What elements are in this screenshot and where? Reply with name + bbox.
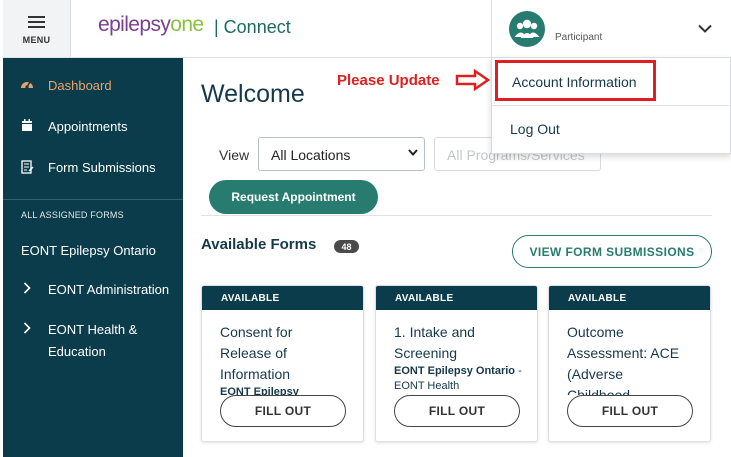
available-forms-count-badge: 48 [334,240,359,253]
hamburger-icon [28,13,45,31]
log-out-menu-item[interactable]: Log Out [510,121,560,137]
dashboard-icon [20,78,34,93]
epilepsyone-logo[interactable]: epilepsyone [98,13,204,37]
card-title-line[interactable]: Information [220,364,350,385]
sidebar-group-label-line2: Education [48,344,106,359]
app-name: | Connect [214,17,291,37]
card-title-line[interactable]: Childhood [567,385,697,395]
available-forms-title: Available Forms [201,236,317,253]
app-root: MENU epilepsyone | Connect Dashboard App… [0,0,731,457]
card-subtitle-org: EONT Epilepsy [220,386,299,395]
card-title-line[interactable]: Consent for [220,322,350,343]
form-submissions-icon [20,160,34,177]
user-dropdown-menu: Account Information Log Out [491,57,731,154]
sidebar-item-label: Appointments [48,119,128,134]
card-body: Outcome Assessment: ACE (Adverse Childho… [567,322,697,395]
sidebar-item-label: Dashboard [48,78,112,93]
card-status-header: AVAILABLE [376,286,537,310]
card-title-line[interactable]: Assessment: ACE [567,343,697,364]
logo-part-one: one [170,13,204,36]
card-title-line[interactable]: Release of [220,343,350,364]
users-group-icon [514,19,540,38]
user-menu-toggle[interactable]: Participant [491,0,731,57]
account-information-menu-item[interactable]: Account Information [495,60,656,101]
calendar-icon [20,119,34,135]
card-subtitle: EONT Epilepsy Ontario - EONT Health [394,364,524,394]
dropdown-divider [492,105,731,106]
sidebar-item-label: Form Submissions [48,160,156,175]
card-body: Consent for Release of Information EONT … [220,322,350,395]
chevron-down-icon [408,148,418,159]
chevron-down-icon [698,20,712,38]
card-subtitle-org: EONT Epilepsy Ontario [394,365,516,377]
chevron-right-icon [20,282,34,297]
menu-button[interactable]: MENU [3,0,71,57]
fill-out-button[interactable]: FILL OUT [567,395,693,427]
arrow-right-icon [455,68,491,96]
location-select[interactable]: All Locations [258,137,425,171]
form-card-outcome-assessment: AVAILABLE Outcome Assessment: ACE (Adver… [548,285,711,442]
sidebar-divider [3,199,183,200]
view-form-submissions-button[interactable]: VIEW FORM SUBMISSIONS [512,235,712,268]
card-status-header: AVAILABLE [549,286,710,310]
location-select-value: All Locations [271,147,351,163]
fill-out-button[interactable]: FILL OUT [394,395,520,427]
sidebar-group-label: EONT Administration [48,282,170,297]
card-body: 1. Intake and Screening EONT Epilepsy On… [394,322,524,395]
sidebar: Dashboard Appointments Form Submissions … [3,58,183,457]
request-appointment-button[interactable]: Request Appointment [209,180,378,214]
card-title-line[interactable]: Outcome [567,322,697,343]
card-title-line[interactable]: Screening [394,343,524,364]
please-update-annotation: Please Update [337,72,440,89]
user-role: Participant [555,32,603,43]
view-label: View [219,147,250,163]
sidebar-group-label: EONT Health & [48,322,138,337]
page-title: Welcome [201,80,305,108]
card-subtitle: EONT Epilepsy [220,385,350,395]
card-title-line[interactable]: (Adverse [567,364,697,385]
card-title-line[interactable]: 1. Intake and [394,322,524,343]
card-status-header: AVAILABLE [202,286,363,310]
avatar [509,11,545,47]
logo-part-epilepsy: epilepsy [98,13,171,36]
content-divider [201,215,712,216]
form-card-intake: AVAILABLE 1. Intake and Screening EONT E… [375,285,538,442]
form-card-consent: AVAILABLE Consent for Release of Informa… [201,285,364,442]
sidebar-section-title: ALL ASSIGNED FORMS [21,210,124,220]
menu-label: MENU [22,34,51,45]
fill-out-button[interactable]: FILL OUT [220,395,346,427]
chevron-right-icon [20,322,34,337]
sidebar-org-text: EONT Epilepsy Ontario [21,243,156,258]
